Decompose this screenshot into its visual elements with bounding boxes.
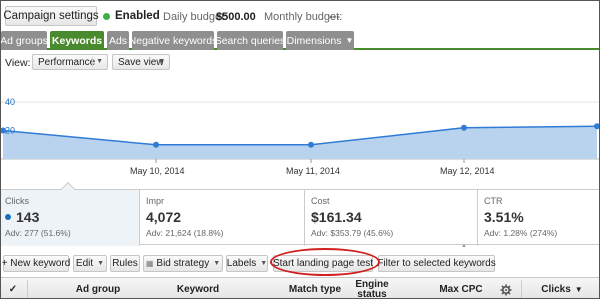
series-area [3, 126, 597, 159]
column-max-cpc[interactable]: Max CPC [431, 278, 491, 298]
metrics-panel: Clicks 143 Adv: 277 (51.6%) Impr 4,072 A… [1, 181, 599, 246]
metric-value: 3.51% [484, 209, 524, 225]
tab-label: Negative keywords [128, 34, 218, 47]
app-window: Campaign settings Enabled Daily budget: … [0, 0, 600, 299]
filter-selected-keywords-button[interactable]: Filter to selected keywords [377, 255, 496, 272]
chevron-down-icon: ▼ [97, 260, 105, 267]
bid-strategy-button[interactable]: ▦ Bid strategy ▼ [143, 255, 223, 272]
labels-button[interactable]: Labels ▼ [226, 255, 268, 272]
data-point[interactable] [308, 141, 314, 148]
metric-adv: Adv: 1.28% (274%) [484, 228, 558, 238]
y-tick-label: 40 [5, 97, 15, 107]
data-point[interactable] [594, 123, 600, 130]
column-clicks[interactable]: Clicks ▼ [523, 278, 599, 298]
metric-value-text: 143 [16, 209, 40, 225]
chevron-down-icon: ▼ [158, 58, 165, 65]
campaign-header: Campaign settings Enabled Daily budget: … [1, 1, 599, 29]
column-engine-status[interactable]: Engine status [349, 278, 395, 299]
column-label: Ad group [75, 283, 121, 295]
metric-card-clicks[interactable]: Clicks 143 Adv: 277 (51.6%) [1, 181, 140, 246]
save-view-button[interactable]: Save view ▼ [112, 54, 170, 70]
tab-label: Keywords [51, 34, 103, 47]
chevron-down-icon: ▼ [260, 260, 268, 267]
metric-label: CTR [484, 196, 503, 206]
selection-notch [60, 181, 76, 197]
button-label: Labels [226, 258, 257, 269]
button-label: Bid strategy [156, 258, 210, 269]
tab-dimensions[interactable]: Dimensions ▼ [286, 31, 354, 50]
tab-bar: Ad groups Keywords Ads Negative keywords… [0, 30, 599, 50]
metric-adv: Adv: 277 (51.6%) [5, 228, 71, 238]
view-bar: View: Performance ▼ Save view ▼ [1, 53, 599, 71]
expand-triangle-icon[interactable]: ▲ [461, 243, 467, 249]
tab-negative-keywords[interactable]: Negative keywords [129, 31, 217, 50]
column-match-type[interactable]: Match type [281, 278, 349, 298]
edit-button[interactable]: Edit ▼ [73, 255, 107, 272]
status-label: Enabled [115, 10, 160, 22]
bid-strategy-icon: ▦ [145, 259, 154, 268]
check-icon: ✓ [8, 283, 18, 295]
x-tick-label: May 10, 2014 [130, 166, 185, 176]
column-label: Keyword [176, 283, 220, 295]
button-label: Edit [75, 258, 94, 269]
gear-icon[interactable] [493, 278, 519, 298]
data-point[interactable] [461, 124, 467, 131]
button-label: Rules [112, 258, 138, 269]
column-label: Engine status [355, 278, 389, 299]
column-label: Max CPC [439, 283, 483, 295]
tab-keywords[interactable]: Keywords [50, 31, 104, 50]
view-label: View: [5, 57, 31, 69]
metric-adv: Adv: $353.79 (45.6%) [311, 228, 394, 238]
table-header: ✓ Ad group Keyword Match type Engine sta… [1, 277, 599, 299]
metric-value: 4,072 [146, 209, 182, 225]
metric-adv: Adv: 21,624 (18.8%) [146, 228, 224, 238]
select-all-checkbox[interactable]: ✓ [1, 278, 25, 298]
rules-button[interactable]: Rules [110, 255, 140, 272]
tab-label: Search queries [214, 34, 286, 47]
metric-label: Impr [146, 196, 164, 206]
tab-label: Dimensions [286, 34, 342, 47]
column-keyword[interactable]: Keyword [169, 278, 227, 298]
campaign-settings-button[interactable]: Campaign settings [3, 6, 99, 26]
button-label: Filter to selected keywords [377, 258, 496, 269]
column-ad-group[interactable]: Ad group [28, 278, 168, 298]
x-tick-label: May 12, 2014 [440, 166, 495, 176]
column-label: Clicks [541, 283, 571, 295]
gear-glyph [500, 284, 512, 295]
metric-value: 143 [5, 209, 39, 225]
enabled-status-dot-icon [103, 12, 110, 20]
x-axis-labels: May 10, 2014 May 11, 2014 May 12, 2014 [1, 166, 599, 178]
daily-budget-value: $500.00 [216, 11, 256, 23]
metric-card-impr[interactable]: Impr 4,072 Adv: 21,624 (18.8%) [142, 190, 305, 246]
divider [521, 280, 522, 298]
view-select[interactable]: Performance ▼ [32, 54, 108, 70]
metric-label: Cost [311, 196, 330, 206]
tab-search-queries[interactable]: Search queries [214, 31, 286, 50]
tab-label: Ad groups [0, 34, 48, 47]
campaign-status: Enabled [103, 10, 160, 22]
chevron-down-icon: ▼ [345, 36, 354, 45]
chevron-down-icon: ▼ [574, 284, 583, 294]
chevron-down-icon: ▼ [96, 58, 103, 65]
tab-label: Ads [108, 34, 128, 47]
save-view-label: Save view [118, 56, 164, 68]
chevron-down-icon: ▼ [213, 260, 221, 267]
metric-card-cost[interactable]: Cost $161.34 Adv: $353.79 (45.6%) [307, 190, 478, 246]
new-keyword-button[interactable]: + New keyword [1, 255, 71, 272]
y-tick-label: 20 [5, 126, 15, 136]
divider [92, 57, 93, 67]
tab-ad-groups[interactable]: Ad groups [0, 31, 48, 50]
tab-ads[interactable]: Ads [107, 31, 129, 50]
series-dot-icon [5, 214, 11, 220]
metric-label: Clicks [5, 196, 29, 206]
button-label: + New keyword [1, 258, 71, 269]
highlight-annotation-circle [270, 248, 380, 276]
column-label: Match type [288, 283, 342, 295]
monthly-budget-value: --- [329, 11, 340, 23]
metric-card-ctr[interactable]: CTR 3.51% Adv: 1.28% (274%) [480, 190, 599, 246]
metric-value: $161.34 [311, 209, 362, 225]
x-tick-label: May 11, 2014 [286, 166, 340, 176]
view-select-value: Performance [38, 56, 96, 68]
data-point[interactable] [153, 141, 159, 148]
